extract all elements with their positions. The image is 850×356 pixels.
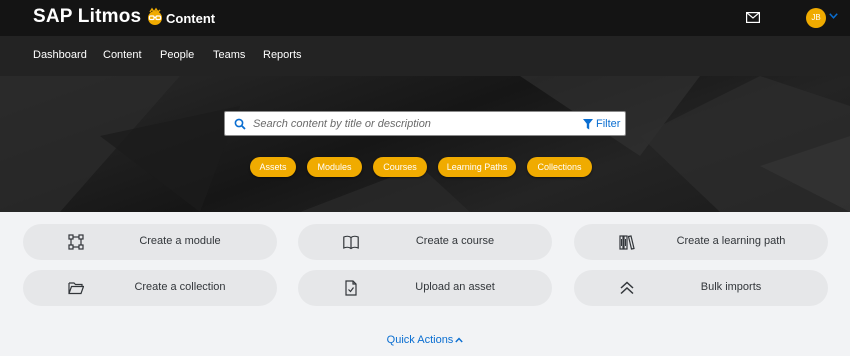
- top-bar: SAP Litmos Content JB: [0, 0, 850, 36]
- create-learning-path-button[interactable]: Create a learning path: [574, 224, 828, 260]
- chevron-down-icon[interactable]: [829, 13, 838, 19]
- book-icon: [343, 235, 359, 250]
- filter-icon: [583, 118, 593, 129]
- main-nav: Dashboard Content People Teams Reports: [0, 36, 850, 76]
- create-collection-button[interactable]: Create a collection: [23, 270, 277, 306]
- search-input[interactable]: [253, 115, 573, 133]
- chevron-up-icon: [455, 337, 464, 343]
- create-module-button[interactable]: Create a module: [23, 224, 277, 260]
- create-module-label: Create a module: [139, 235, 221, 247]
- upload-asset-button[interactable]: Upload an asset: [298, 270, 552, 306]
- app-logo[interactable]: SAP Litmos: [33, 6, 165, 28]
- filter-label: Filter: [596, 118, 621, 130]
- create-learning-path-label: Create a learning path: [676, 235, 786, 247]
- chip-learning-paths[interactable]: Learning Paths: [438, 157, 516, 177]
- nav-item-teams[interactable]: Teams: [213, 49, 245, 61]
- nav-item-content[interactable]: Content: [103, 49, 142, 61]
- create-course-button[interactable]: Create a course: [298, 224, 552, 260]
- create-collection-label: Create a collection: [134, 281, 226, 293]
- logo-mascot-icon: [148, 7, 163, 25]
- double-chevron-up-icon: [620, 281, 634, 295]
- bulk-imports-button[interactable]: Bulk imports: [574, 270, 828, 306]
- chip-modules[interactable]: Modules: [307, 157, 362, 177]
- search-icon[interactable]: [234, 118, 246, 130]
- bulk-imports-label: Bulk imports: [700, 281, 762, 293]
- books-icon: [619, 235, 635, 250]
- quick-actions-label: Quick Actions: [386, 334, 454, 346]
- chip-courses[interactable]: Courses: [373, 157, 427, 177]
- search-hero: Filter Assets Modules Courses Learning P…: [0, 76, 850, 212]
- nav-item-reports[interactable]: Reports: [263, 49, 302, 61]
- quick-actions-panel: Create a module Create a course Create a…: [0, 212, 850, 356]
- nav-item-dashboard[interactable]: Dashboard: [33, 49, 87, 61]
- hero-background-pattern: [0, 76, 850, 212]
- quick-actions-toggle[interactable]: Quick Actions: [0, 334, 850, 346]
- user-avatar[interactable]: JB: [806, 8, 826, 28]
- document-upload-icon: [345, 280, 357, 296]
- create-course-label: Create a course: [415, 235, 495, 247]
- chip-assets[interactable]: Assets: [250, 157, 296, 177]
- nav-item-people[interactable]: People: [160, 49, 194, 61]
- upload-asset-label: Upload an asset: [415, 281, 495, 293]
- content-search-bar: Filter: [224, 111, 626, 136]
- module-icon: [68, 234, 84, 250]
- folder-icon: [68, 282, 84, 295]
- chip-collections[interactable]: Collections: [527, 157, 592, 177]
- logo-text: SAP Litmos: [33, 6, 142, 27]
- filter-button[interactable]: Filter: [583, 118, 620, 130]
- mail-icon[interactable]: [746, 12, 760, 23]
- app-title: Content: [166, 11, 216, 26]
